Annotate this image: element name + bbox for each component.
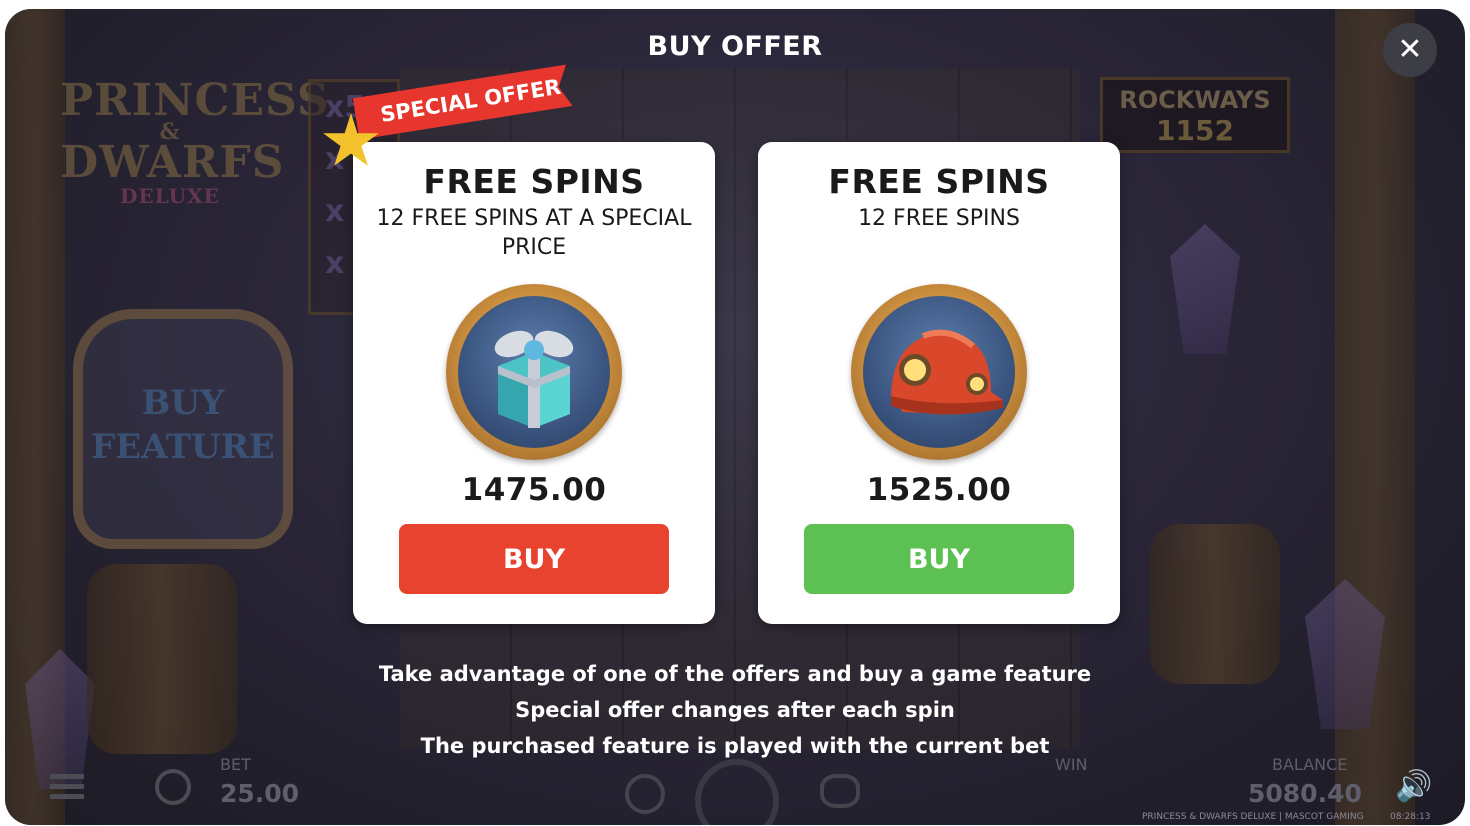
info-line: Take advantage of one of the offers and … bbox=[378, 662, 1092, 686]
buy-feature-line-2: FEATURE bbox=[91, 427, 275, 467]
clock: 08:28:13 bbox=[1390, 812, 1431, 822]
rockways-label: ROCKWAYS bbox=[1119, 86, 1271, 114]
close-button[interactable]: ✕ bbox=[1383, 23, 1437, 77]
bet-value: 25.00 bbox=[220, 779, 300, 808]
spin-icon bbox=[695, 759, 779, 825]
offer-card-special: FREE SPINS 12 FREE SPINS AT A SPECIAL PR… bbox=[353, 142, 715, 624]
gift-box-icon bbox=[446, 284, 622, 460]
buy-button-special[interactable]: BUY bbox=[399, 524, 669, 594]
rockways-value: 1152 bbox=[1156, 114, 1234, 147]
game-credit: PRINCESS & DWARFS DELUXE | MASCOT GAMING bbox=[1142, 812, 1364, 822]
logo-line-3: DELUXE bbox=[120, 184, 220, 208]
buy-button-standard[interactable]: BUY bbox=[804, 524, 1074, 594]
rockways-panel: ROCKWAYS 1152 bbox=[1100, 77, 1290, 153]
offer-price: 1525.00 bbox=[866, 472, 1012, 508]
buy-feature-label: BUY FEATURE bbox=[83, 381, 283, 469]
crystal-right-top bbox=[1170, 224, 1240, 354]
offer-info: Take advantage of one of the offers and … bbox=[0, 656, 1470, 764]
offer-subtitle: 12 FREE SPINS AT A SPECIAL PRICE bbox=[376, 206, 692, 260]
offer-title: FREE SPINS bbox=[828, 162, 1050, 201]
offer-card-standard: FREE SPINS 12 FREE SPINS 1525.00 BUY bbox=[758, 142, 1120, 624]
sound-icon: 🔊 bbox=[1395, 769, 1433, 804]
gift-box-icon-inner bbox=[458, 296, 610, 448]
miner-helmet-icon bbox=[851, 284, 1027, 460]
info-line: Special offer changes after each spin bbox=[515, 698, 955, 722]
menu-icon bbox=[50, 774, 84, 800]
coins-icon bbox=[155, 769, 191, 805]
info-line: The purchased feature is played with the… bbox=[420, 734, 1050, 758]
offer-title: FREE SPINS bbox=[423, 162, 645, 201]
buy-feature-line-1: BUY bbox=[141, 383, 225, 423]
offer-price: 1475.00 bbox=[461, 472, 607, 508]
miner-helmet-icon-inner bbox=[863, 296, 1015, 448]
gift-box-graphic bbox=[494, 330, 574, 428]
turbo-icon bbox=[820, 774, 860, 808]
autoplay-icon bbox=[625, 774, 665, 814]
popup-title: BUY OFFER bbox=[647, 31, 823, 62]
balance-value: 5080.40 bbox=[1248, 779, 1362, 808]
miner-helmet-graphic bbox=[891, 329, 1003, 415]
logo-line-2: DWARFS bbox=[60, 137, 285, 188]
game-logo: PRINCESS & DWARFS DELUXE bbox=[60, 79, 329, 208]
logo-line-1: PRINCESS bbox=[60, 75, 330, 126]
offer-subtitle: 12 FREE SPINS bbox=[858, 206, 1020, 231]
buy-feature-button-bg: BUY FEATURE bbox=[73, 309, 293, 549]
